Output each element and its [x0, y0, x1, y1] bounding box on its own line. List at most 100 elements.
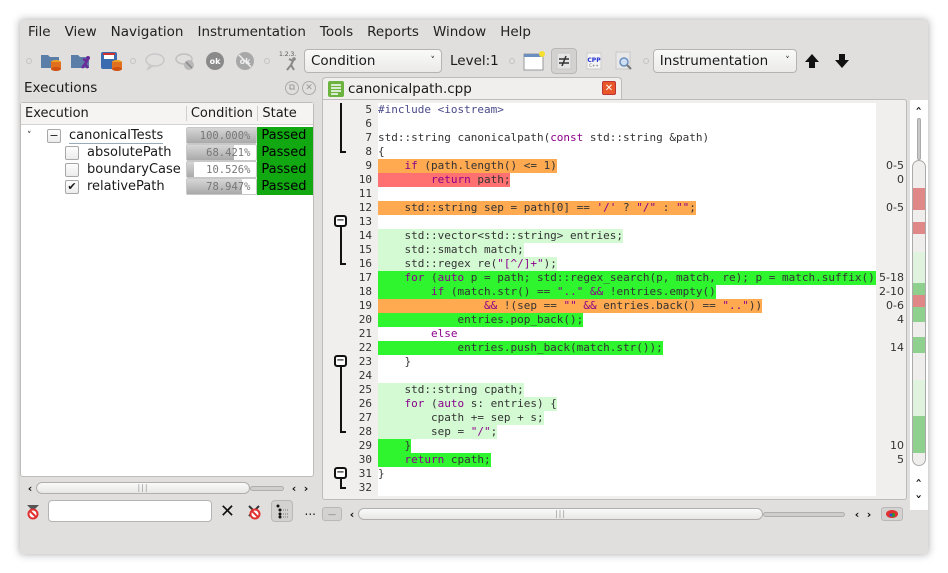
menu-window[interactable]: Window	[433, 24, 486, 40]
code-line[interactable]: cpath += sep + s;	[378, 411, 544, 425]
close-tab-button[interactable]: ✕	[602, 81, 616, 95]
save-database-button[interactable]	[98, 48, 124, 74]
code-line[interactable]: std::string canonicalpath(const std::str…	[378, 131, 709, 145]
code-line[interactable]: for (auto s: entries) {	[378, 397, 557, 411]
undo-ok-button[interactable]: ok	[232, 48, 258, 74]
scroll-left-icon[interactable]: ‹	[288, 482, 300, 495]
arrow-up-icon	[804, 54, 819, 68]
code-line[interactable]: }	[378, 467, 385, 481]
cpp-file-icon: CPPC++	[586, 52, 602, 70]
code-line[interactable]: std::vector<std::string> entries;	[378, 229, 624, 243]
scroll-right-icon[interactable]: ›	[300, 482, 312, 495]
code-line[interactable]: std::string cpath;	[378, 383, 524, 397]
more-options-button[interactable]: ...	[305, 504, 316, 518]
scroll-left-icon[interactable]: ‹	[24, 482, 36, 495]
code-line[interactable]: {	[378, 145, 385, 159]
fold-toggle-icon[interactable]: −	[334, 467, 347, 479]
fold-toggle-icon[interactable]: −	[334, 215, 347, 227]
code-line[interactable]: #include <iostream>	[378, 103, 504, 117]
open-execution-button[interactable]	[68, 48, 94, 74]
clear-input-icon[interactable]: ✕	[220, 501, 235, 522]
scrollbar-rail[interactable]	[250, 485, 284, 491]
coverage-overview-scrollbar[interactable]: ‹ ‹ ›	[910, 100, 928, 510]
float-dock-button[interactable]: ⧉	[285, 81, 299, 95]
column-header-state[interactable]: State	[257, 106, 313, 121]
level-step-button[interactable]: 1.2.3.	[276, 48, 302, 74]
previous-button[interactable]	[799, 48, 825, 74]
executions-tree: Execution Condition % State ˅−canonicalT…	[20, 102, 314, 477]
add-comment-button[interactable]	[142, 48, 168, 74]
execution-row[interactable]: boundaryCase 10.526% Passed	[21, 161, 313, 178]
scroll-down-icon[interactable]: ›	[913, 491, 926, 503]
scroll-left-icon[interactable]: ‹	[346, 508, 358, 521]
remove-selection-icon[interactable]	[245, 502, 263, 520]
clear-filter-icon[interactable]	[24, 502, 42, 520]
menu-navigation[interactable]: Navigation	[111, 24, 184, 40]
code-line[interactable]: else	[378, 327, 458, 341]
instrumentation-filter-select[interactable]: Instrumentation ˅	[652, 49, 797, 73]
execution-row[interactable]: ✔ relativePath 78.947% Passed	[21, 178, 313, 195]
execution-checkbox[interactable]	[65, 162, 79, 177]
execution-checkbox[interactable]	[65, 145, 79, 160]
execution-filter-input[interactable]	[47, 500, 212, 522]
tree-view-toggle[interactable]	[270, 500, 293, 522]
code-line[interactable]: && !(sep == "" && entries.back() == ".."…	[378, 299, 763, 313]
editor-horizontal-scrollbar[interactable]: — ‹ ||| ‹ ›	[322, 506, 910, 522]
code-area[interactable]: #include <iostream>std::string canonical…	[378, 103, 876, 496]
code-line[interactable]: return cpath;	[378, 453, 491, 467]
code-line[interactable]: std::smatch match;	[378, 243, 524, 257]
editor-tab[interactable]: canonicalpath.cpp ✕	[322, 77, 622, 99]
diff-toggle-button[interactable]	[550, 48, 577, 74]
menu-reports[interactable]: Reports	[367, 24, 419, 40]
scrollbar-thumb[interactable]	[912, 160, 926, 466]
code-line[interactable]: sep = "/";	[378, 425, 498, 439]
code-line[interactable]: std::string sep = path[0] == '/' ? "/" :…	[378, 201, 696, 215]
remove-comment-button[interactable]	[172, 48, 198, 74]
scroll-left-icon[interactable]: ‹	[851, 508, 863, 521]
menu-view[interactable]: View	[65, 24, 97, 40]
column-header-execution[interactable]: Execution	[21, 106, 186, 121]
execution-checkbox[interactable]: ✔	[65, 179, 79, 194]
new-window-button[interactable]	[521, 48, 547, 74]
scrollbar-thumb[interactable]: |||	[36, 482, 250, 494]
column-header-condition[interactable]: Condition %	[185, 106, 257, 121]
scroll-up-icon[interactable]: ‹	[913, 475, 926, 487]
scroll-right-icon[interactable]: ›	[863, 508, 875, 521]
menu-file[interactable]: File	[28, 24, 51, 40]
scrollbar-rail[interactable]	[917, 118, 921, 160]
code-line[interactable]: if (match.str() == ".." && !entries.empt…	[378, 285, 716, 299]
coverage-color-button[interactable]	[881, 507, 903, 521]
cpp-view-button[interactable]: CPP C++	[581, 48, 607, 74]
executions-horizontal-scrollbar[interactable]: ‹ ||| ‹ ›	[24, 481, 316, 495]
scroll-up-icon[interactable]: ‹	[913, 103, 926, 115]
close-dock-button[interactable]: ✕	[302, 81, 316, 95]
execution-row[interactable]: absolutePath 68.421% Passed	[21, 144, 313, 161]
execution-row[interactable]: ˅ − canonicalTests 100.000% Passed	[21, 127, 313, 144]
next-button[interactable]	[829, 48, 855, 74]
line-number: 19	[358, 299, 372, 312]
toolbar-separator	[508, 58, 515, 64]
ok-button[interactable]: ok	[202, 48, 228, 74]
open-database-button[interactable]	[38, 48, 64, 74]
code-line[interactable]: }	[378, 439, 412, 453]
expand-chevron-icon[interactable]: ˅	[27, 131, 39, 141]
scrollbar-thumb[interactable]: |||	[358, 508, 763, 520]
source-editor: 5 6 7 8 9 10 11 12 13 14 15 16 17 18 19 20 21 22 23 24 25 26 2…	[322, 99, 907, 500]
code-line[interactable]: entries.push_back(match.str());	[378, 341, 663, 355]
code-line[interactable]: }	[378, 355, 411, 369]
menu-help[interactable]: Help	[500, 24, 531, 40]
scrollbar-rail[interactable]	[763, 511, 845, 517]
menu-instrumentation[interactable]: Instrumentation	[197, 24, 305, 40]
code-line[interactable]: entries.pop_back();	[378, 313, 584, 327]
inspect-button[interactable]	[611, 48, 637, 74]
code-line[interactable]: std::regex re("[^/]+");	[378, 257, 557, 271]
menu-tools[interactable]: Tools	[320, 24, 353, 40]
state-badge: Passed	[257, 144, 313, 161]
collapse-button[interactable]: —	[322, 507, 342, 521]
execution-checkbox[interactable]: −	[47, 128, 61, 143]
code-line[interactable]: for (auto p = path; std::regex_search(p,…	[378, 271, 876, 285]
coverage-method-select[interactable]: Condition ˅	[304, 49, 442, 73]
code-line[interactable]: if (path.length() <= 1)	[378, 159, 557, 173]
code-line[interactable]: return path;	[378, 173, 511, 187]
fold-toggle-icon[interactable]: −	[334, 355, 347, 367]
